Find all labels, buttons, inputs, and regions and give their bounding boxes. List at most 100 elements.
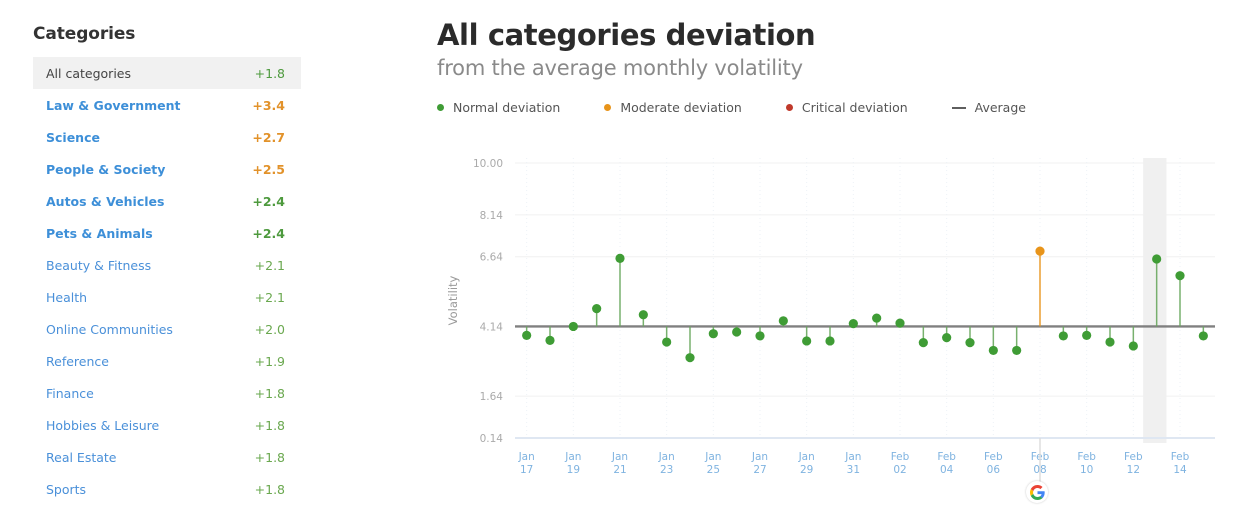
x-axis-tick-day: 04 [940,464,954,476]
category-list: All categories +1.8 Law & Government +3.4 Sc… [33,57,301,505]
data-point-normal[interactable] [965,338,975,348]
legend-line-icon [951,106,966,109]
data-point-normal[interactable] [662,337,672,347]
data-point-normal[interactable] [592,303,602,314]
data-point-normal[interactable] [1058,331,1068,341]
data-point-normal[interactable] [1012,345,1022,356]
y-axis-tick-label: 4.14 [480,321,504,333]
data-point-normal[interactable] [895,318,905,328]
y-axis-tick-label: 6.64 [480,252,504,264]
legend-dot-icon [437,104,444,111]
data-point-normal[interactable] [615,253,625,263]
sidebar-item-sports[interactable]: Sports +1.8 [33,473,301,505]
sidebar-item-science[interactable]: Science +2.7 [33,121,301,153]
data-point-normal[interactable] [732,327,742,337]
category-deviation-value: +1.8 [254,481,285,497]
category-label: Pets & Animals [46,225,153,241]
data-point-normal[interactable] [918,338,928,348]
category-label: Reference [46,353,109,369]
category-label: All categories [46,65,131,81]
data-point-normal[interactable] [778,316,788,326]
data-point-normal[interactable] [708,329,718,339]
category-deviation-value: +2.4 [252,225,285,241]
x-axis-tick-day: 14 [1173,464,1187,476]
data-point-normal[interactable] [1175,271,1185,281]
volatility-plot-svg: 10.008.146.644.141.640.14Jan17Jan19Jan21… [446,158,1215,491]
sidebar-item-beauty-fitness[interactable]: Beauty & Fitness +2.1 [33,249,301,281]
chart-header-panel: All categories deviation from the averag… [437,18,1237,115]
data-point-normal[interactable] [685,353,695,363]
data-point-moderate[interactable] [1035,246,1045,256]
legend-label: Critical deviation [801,100,908,115]
sidebar-item-pets-animals[interactable]: Pets & Animals +2.4 [33,217,301,249]
x-axis-tick-month: Feb [1077,451,1096,463]
google-g-icon [1029,484,1045,500]
x-axis-tick-month: Jan [611,451,628,463]
x-axis-tick-month: Feb [1124,451,1143,463]
data-point-normal[interactable] [1128,341,1138,351]
x-axis-tick-day: 17 [520,464,533,476]
y-axis-title: Volatility [446,275,460,325]
category-label: Law & Government [46,97,181,113]
page-title: All categories deviation [437,18,816,52]
x-axis-tick-day: 06 [987,464,1001,476]
sidebar-item-all-categories[interactable]: All categories +1.8 [33,57,301,89]
x-axis-tick-month: Jan [564,451,581,463]
category-deviation-value: +1.8 [254,385,285,401]
sidebar-item-finance[interactable]: Finance +1.8 [33,377,301,409]
data-point-normal[interactable] [1105,337,1115,347]
sidebar-item-law-government[interactable]: Law & Government +3.4 [33,89,301,121]
trends-deviation-page: Categories All categories +1.8 Law & Gover… [0,0,1250,511]
data-point-normal[interactable] [848,319,858,329]
google-g-logo [1026,481,1048,503]
category-label: Online Communities [46,321,173,337]
x-axis-tick-month: Jan [751,451,768,463]
page-subtitle: from the average monthly volatility [437,56,803,80]
category-label: Autos & Vehicles [46,193,165,209]
x-axis-tick-day: 31 [847,464,860,476]
data-point-normal[interactable] [755,331,765,341]
category-deviation-value: +3.4 [252,97,285,113]
data-point-normal[interactable] [942,332,952,343]
category-deviation-value: +2.1 [254,289,285,305]
volatility-chart: 10.00 8.14 6.64 4.14 1.64 0.14 Jan 17 Jan 19 Jan 21… [437,150,1237,510]
category-label: Real Estate [46,449,117,465]
data-point-normal[interactable] [638,310,648,320]
category-deviation-value: +1.8 [254,417,285,433]
y-axis-tick-label: 0.14 [480,433,504,445]
x-axis-tick-day: 12 [1127,464,1140,476]
highlight-band [1143,158,1167,443]
legend-dot-icon [785,104,793,111]
data-point-normal[interactable] [1198,331,1208,341]
legend-item-normal-deviation[interactable]: Normal deviation [437,100,560,115]
legend-item-average[interactable]: Average [951,100,1026,115]
x-axis-tick-day: 25 [707,464,720,476]
x-axis-tick-day: 02 [893,464,906,476]
data-point-normal[interactable] [802,336,812,346]
x-axis-tick-month: Jan [518,451,535,463]
sidebar-item-health[interactable]: Health +2.1 [33,281,301,313]
data-point-normal[interactable] [545,335,555,345]
sidebar-title: Categories [33,24,136,44]
sidebar-item-online-communities[interactable]: Online Communities +2.0 [33,313,301,345]
sidebar-item-reference[interactable]: Reference +1.9 [33,345,301,377]
legend-item-critical-deviation[interactable]: Critical deviation [785,100,908,115]
data-point-normal[interactable] [825,336,835,346]
sidebar-item-hobbies-leisure[interactable]: Hobbies & Leisure +1.8 [33,409,301,441]
x-axis-tick-month: Feb [1171,451,1190,463]
sidebar-item-people-society[interactable]: People & Society +2.5 [33,153,301,185]
legend-label: Average [974,100,1026,115]
legend-dot-icon [604,104,612,111]
sidebar-item-real-estate[interactable]: Real Estate +1.8 [33,441,301,473]
data-point-normal[interactable] [1082,330,1092,340]
data-point-normal[interactable] [1152,254,1162,264]
legend-item-moderate-deviation[interactable]: Moderate deviation [604,100,742,115]
data-point-normal[interactable] [872,313,882,323]
data-point-normal[interactable] [522,330,532,340]
data-point-normal[interactable] [988,345,998,356]
sidebar-item-autos-vehicles[interactable]: Autos & Vehicles +2.4 [33,185,301,217]
data-point-normal[interactable] [568,321,578,332]
y-axis-tick-label: 8.14 [480,210,504,222]
category-deviation-value: +1.9 [254,353,285,369]
category-deviation-value: +1.8 [254,449,285,465]
